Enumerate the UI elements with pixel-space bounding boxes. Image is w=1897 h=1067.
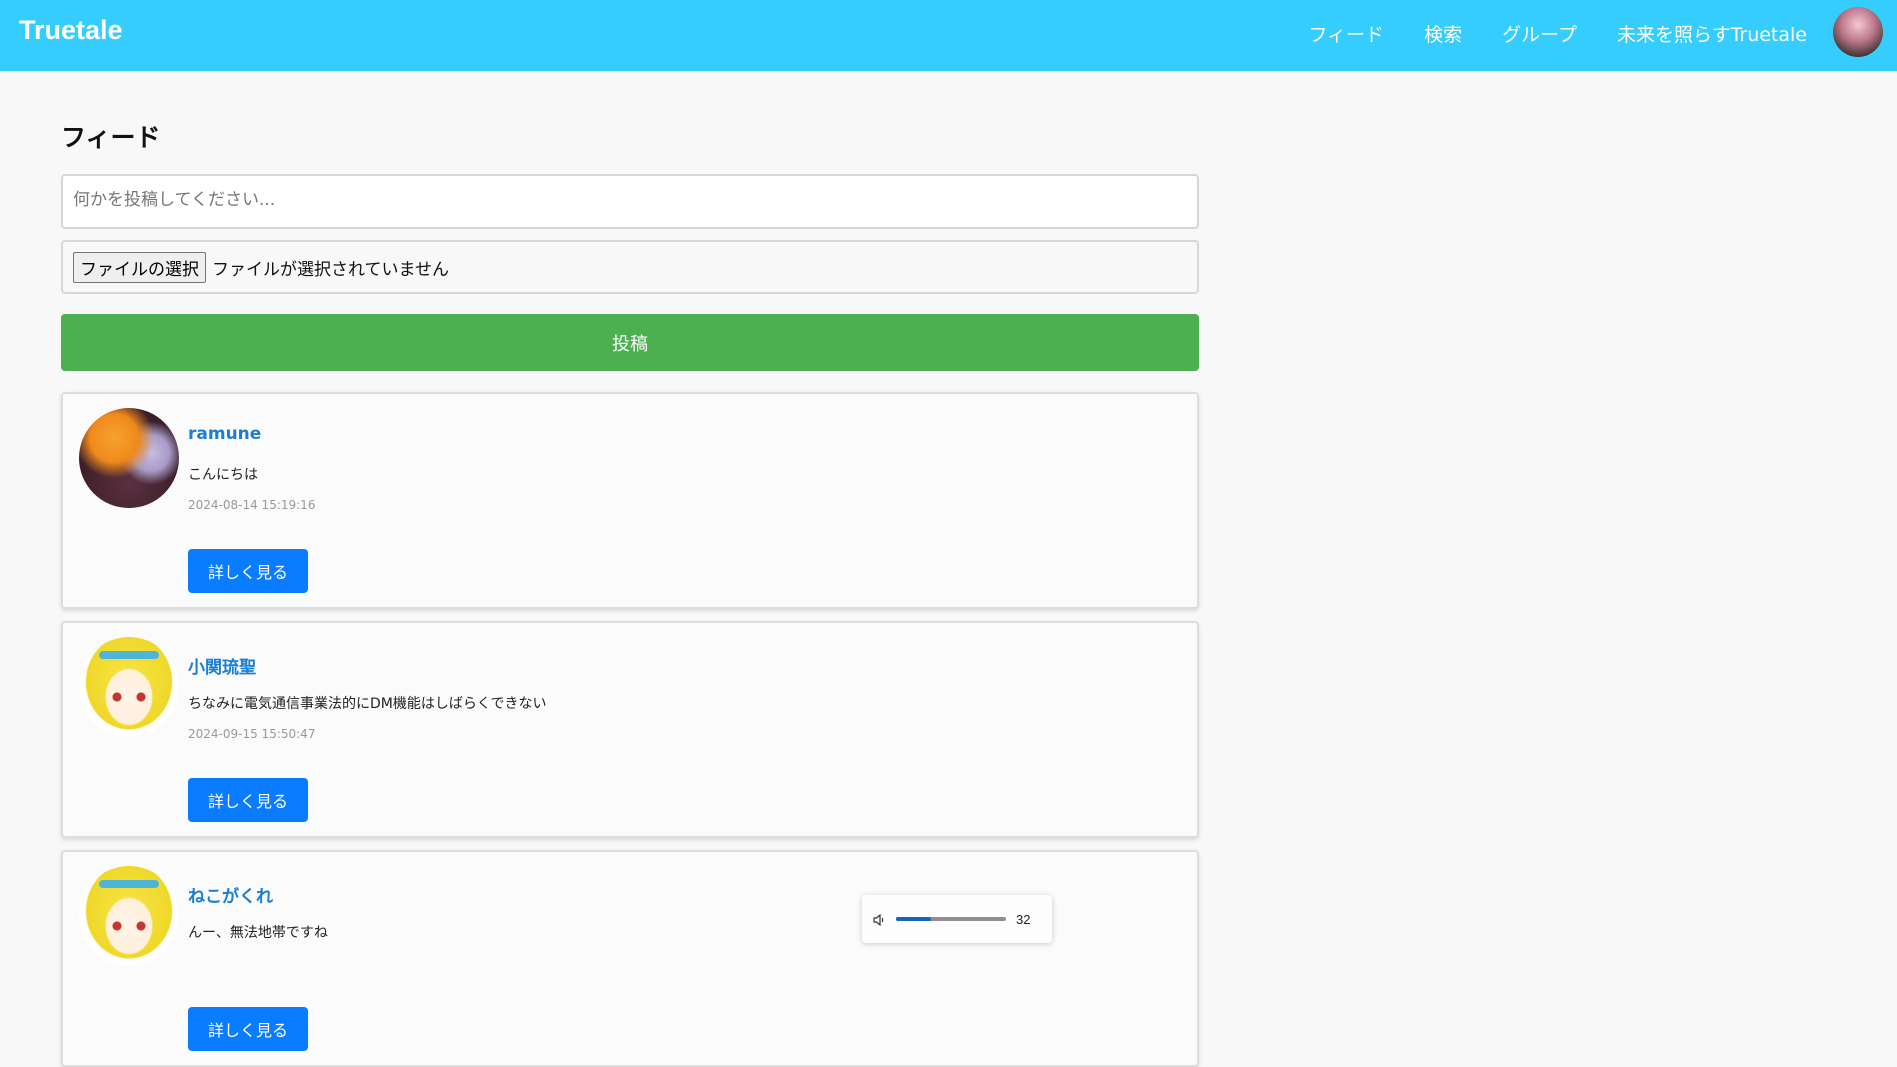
post-text: ちなみに電気通信事業法的にDM機能はしばらくできない — [188, 696, 547, 712]
post-username[interactable]: ramune — [188, 424, 261, 444]
volume-slider[interactable] — [896, 917, 1006, 921]
nav-groups[interactable]: グループ — [1502, 20, 1577, 47]
volume-slider-fill — [896, 917, 932, 921]
nav-links: フィード 検索 グループ 未来を照らすTruetale — [1308, 20, 1807, 47]
page-title: フィード — [61, 124, 161, 152]
post-avatar[interactable] — [79, 408, 179, 508]
post-timestamp: 2024-08-14 15:19:16 — [188, 498, 316, 512]
post-card: ramune こんにちは 2024-08-14 15:19:16 詳しく見る — [61, 392, 1199, 609]
view-detail-button[interactable]: 詳しく見る — [188, 778, 308, 822]
post-timestamp: 2024-09-15 15:50:47 — [188, 727, 316, 741]
nav-about[interactable]: 未来を照らすTruetale — [1617, 20, 1807, 47]
view-detail-button[interactable]: 詳しく見る — [188, 549, 308, 593]
post-username[interactable]: 小関琉聖 — [188, 653, 256, 678]
choose-file-button[interactable]: ファイルの選択 — [73, 251, 206, 283]
submit-post-button[interactable]: 投稿 — [61, 314, 1199, 371]
file-status-text: ファイルが選択されていません — [212, 259, 449, 280]
volume-value: 32 — [1016, 911, 1031, 927]
post-avatar[interactable] — [79, 637, 179, 737]
post-input[interactable] — [61, 174, 1199, 229]
top-navbar: Truetale フィード 検索 グループ 未来を照らすTruetale — [0, 0, 1897, 71]
post-card: 小関琉聖 ちなみに電気通信事業法的にDM機能はしばらくできない 2024-09-… — [61, 621, 1199, 838]
nav-feed[interactable]: フィード — [1308, 20, 1384, 47]
file-picker: ファイルの選択 ファイルが選択されていません — [61, 240, 1199, 294]
post-card: ねこがくれ んー、無法地帯ですね 詳しく見る — [61, 850, 1199, 1067]
post-text: んー、無法地帯ですね — [188, 925, 328, 941]
volume-control: 32 — [862, 895, 1052, 943]
post-username[interactable]: ねこがくれ — [188, 882, 273, 907]
user-avatar[interactable] — [1833, 7, 1883, 57]
view-detail-button[interactable]: 詳しく見る — [188, 1007, 308, 1051]
speaker-icon[interactable] — [872, 912, 886, 927]
post-text: こんにちは — [188, 467, 258, 483]
nav-search[interactable]: 検索 — [1424, 20, 1462, 47]
post-avatar[interactable] — [79, 866, 179, 966]
brand-logo[interactable]: Truetale — [19, 15, 123, 46]
